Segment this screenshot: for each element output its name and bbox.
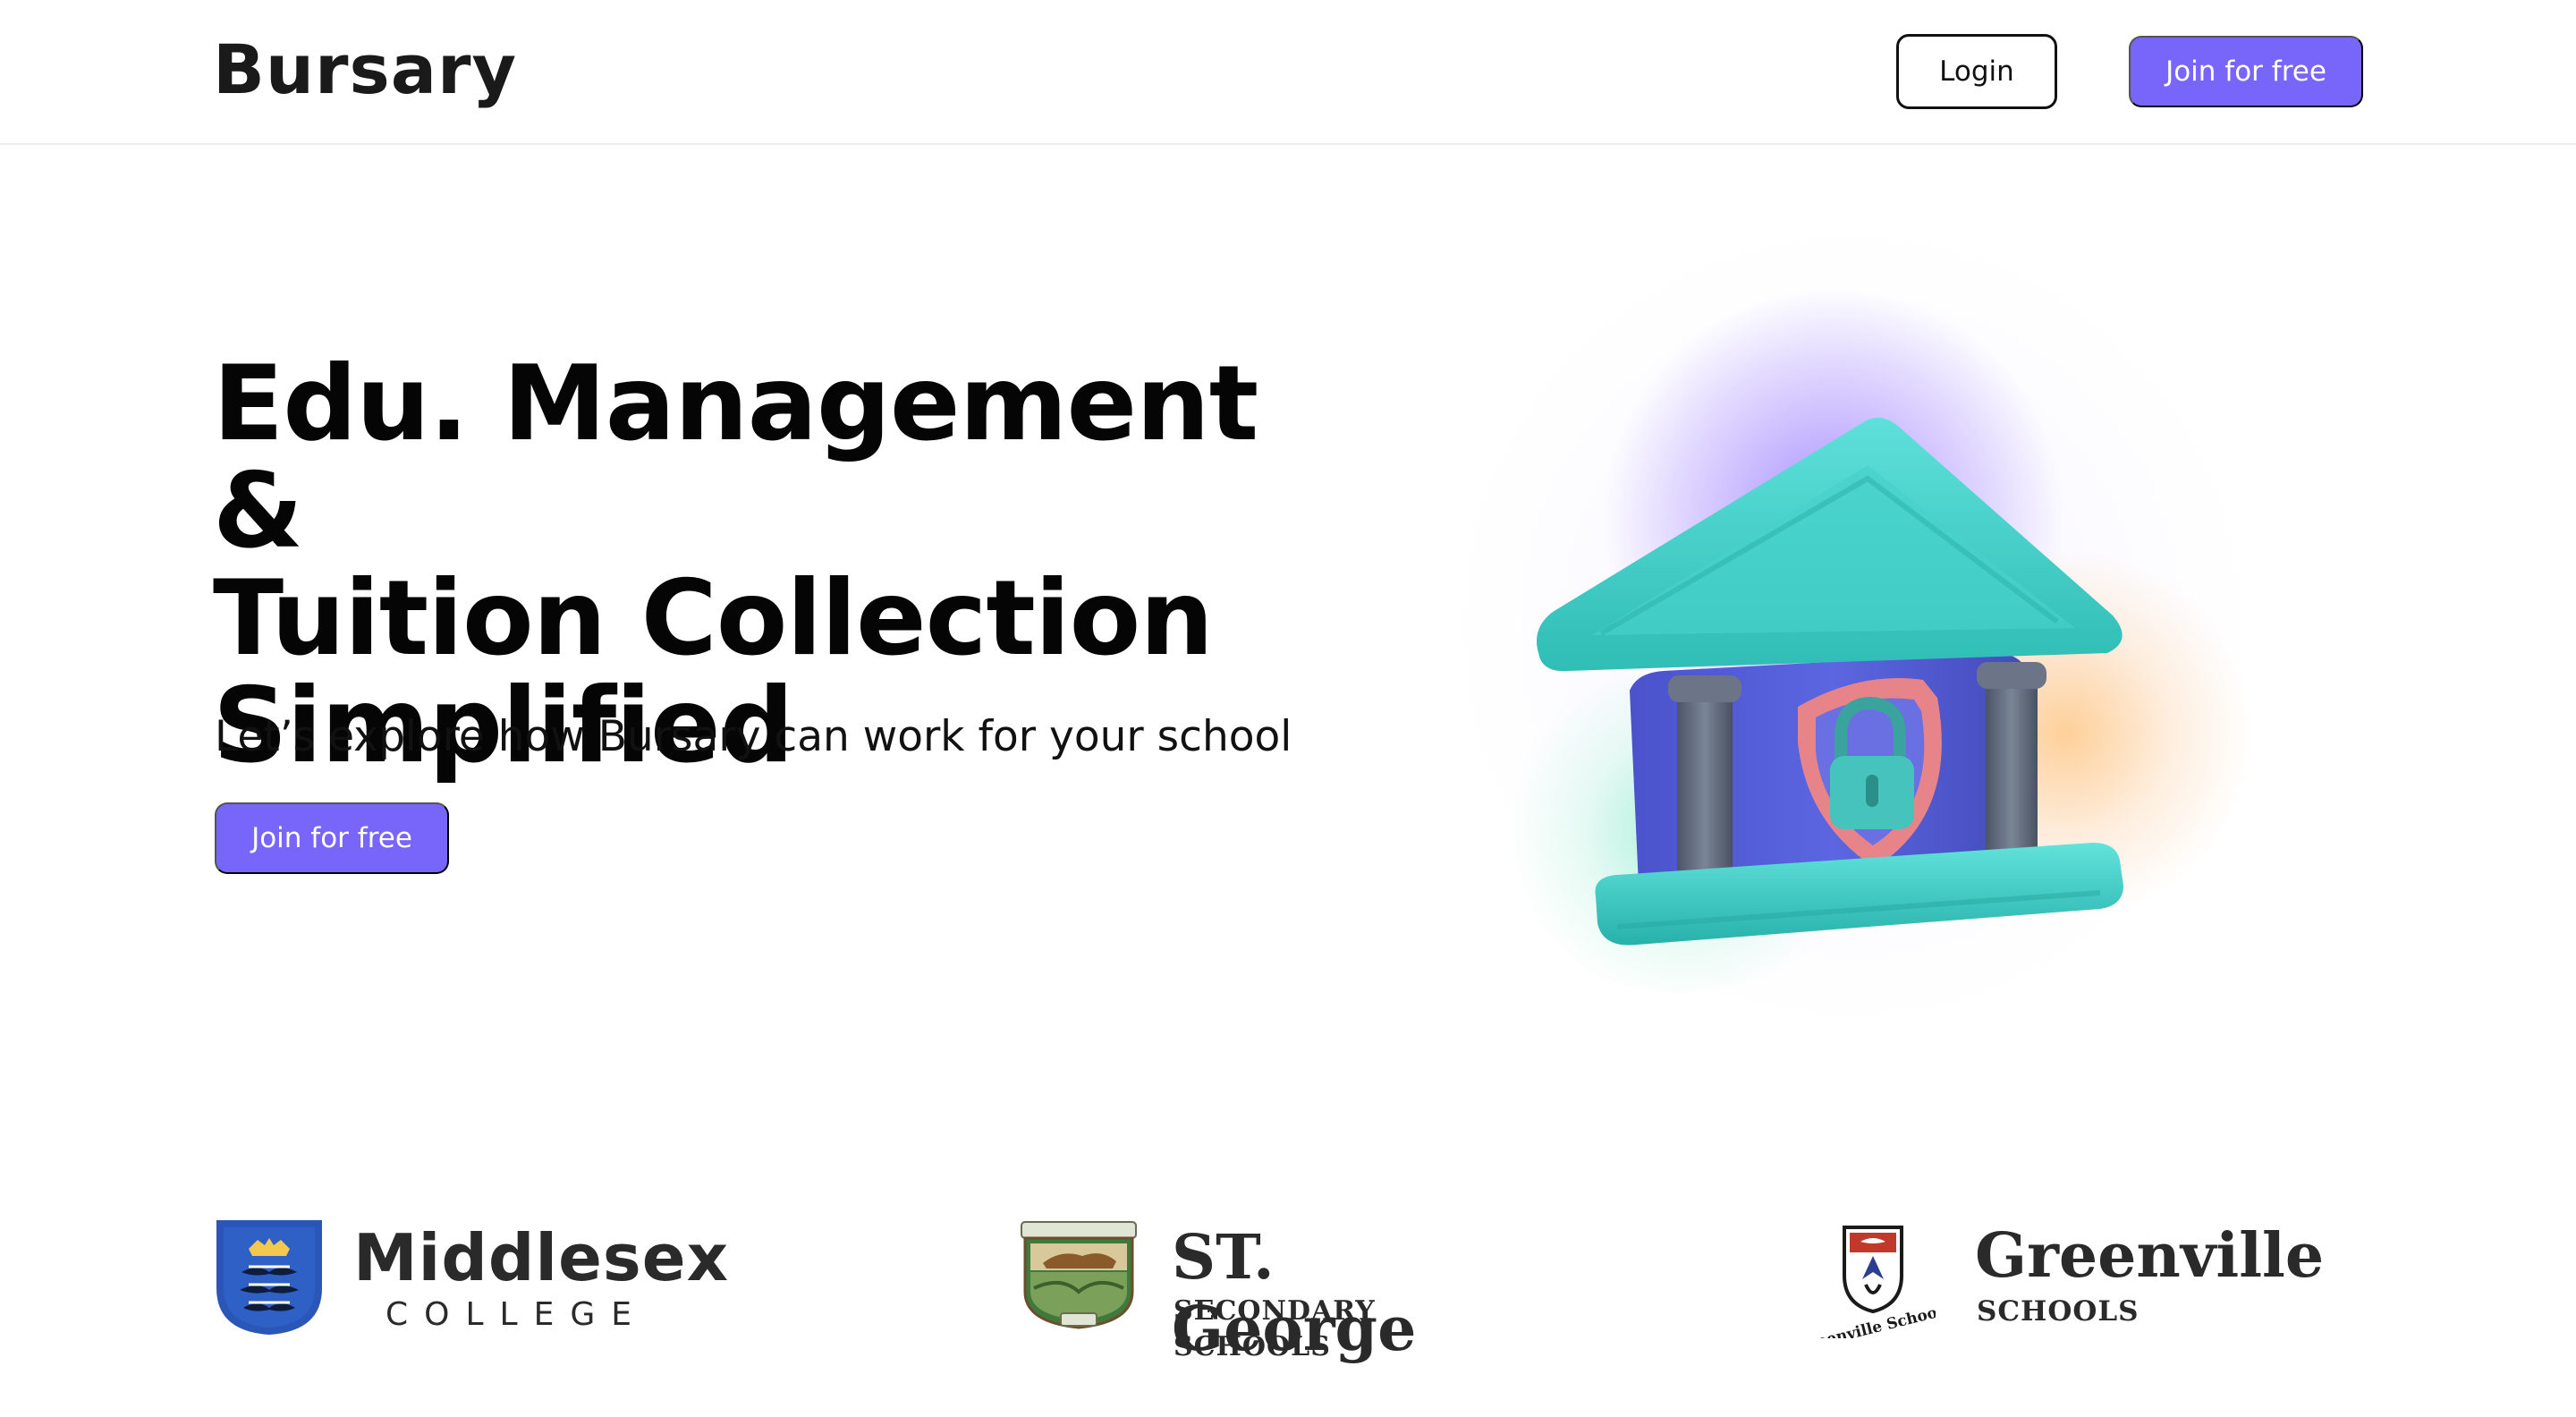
hero-title-line-2: Tuition Collection — [213, 558, 1214, 679]
partner-name-greenville: Greenville — [1975, 1220, 2325, 1292]
partner-logo-st-george: ST. George SECONDARY SCHOOLS — [1016, 1217, 1499, 1365]
hero-illustration — [1377, 170, 2326, 1065]
login-button[interactable]: Login — [1896, 34, 2057, 109]
bank-with-padlock-shield-icon — [1537, 417, 2123, 946]
st-george-crest-icon — [1021, 1221, 1137, 1329]
bursary-logo[interactable]: Bursary — [213, 25, 517, 115]
partner-subtitle-greenville: SCHOOLS — [1977, 1295, 2140, 1328]
partner-name-middlesex: Middlesex — [353, 1220, 730, 1295]
join-for-free-button-hero[interactable]: Join for free — [215, 802, 449, 874]
site-header: Bursary Login Join for free — [0, 0, 2576, 145]
partner-logo-greenville: Greenville Schools Greenville SCHOOLS — [1810, 1217, 2324, 1342]
hero-title-line-1: Edu. Management & — [213, 344, 1258, 572]
partner-subtitle-middlesex: COLLEGE — [386, 1296, 648, 1333]
swan-crest-shield-icon — [216, 1220, 322, 1335]
partner-subtitle-st-george: SECONDARY SCHOOLS — [1174, 1295, 1376, 1362]
partner-logo-middlesex: Middlesex COLLEGE — [213, 1217, 728, 1342]
greenville-crest-icon: Greenville Schools — [1810, 1226, 1936, 1338]
join-for-free-button-header[interactable]: Join for free — [2129, 36, 2363, 107]
hero-subtitle: Let’s explore how Bursary can work for y… — [215, 712, 1292, 761]
